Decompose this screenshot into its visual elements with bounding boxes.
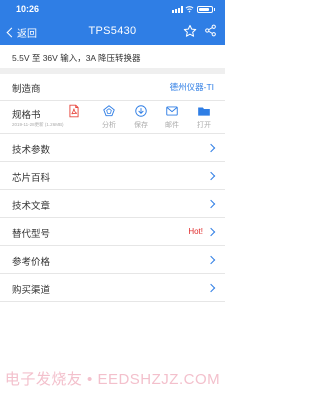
share-icon[interactable] [204, 24, 217, 37]
menu-item-tech-articles[interactable]: 技术文章 [0, 190, 225, 218]
folder-icon [198, 107, 210, 116]
chevron-right-icon [206, 283, 216, 293]
chevron-right-icon [206, 227, 216, 237]
pdf-icon [69, 104, 79, 118]
watermark: 电子发烧友 • EEDSHZJZ.COM [4, 371, 221, 388]
save-label: 保存 [134, 122, 148, 129]
menu-label: 购买渠道 [12, 285, 51, 296]
menu-label: 参考价格 [12, 257, 51, 268]
chevron-right-icon [206, 255, 216, 265]
email-label: 邮件 [165, 122, 179, 129]
analyze-button[interactable]: 分析 [95, 104, 123, 132]
email-button[interactable]: 邮件 [158, 104, 186, 132]
menu-item-tech-params[interactable]: 技术参数 [0, 134, 225, 162]
hot-badge: Hot! [188, 227, 203, 236]
analyze-icon [103, 105, 115, 117]
menu-item-purchase-channels[interactable]: 购买渠道 [0, 274, 225, 302]
menu-item-alternatives[interactable]: 替代型号 Hot! [0, 218, 225, 246]
pdf-button[interactable] [60, 104, 88, 132]
analyze-label: 分析 [102, 122, 116, 129]
menu-item-chip-wiki[interactable]: 芯片百科 [0, 162, 225, 190]
menu-label: 技术参数 [12, 145, 51, 156]
part-description: 5.5V 至 36V 输入，3A 降压转换器 [12, 53, 141, 63]
status-time: 10:26 [16, 4, 40, 14]
datasheet-row: 规格书 2019-11-28更新 (1.26MB) 分析 保存 邮件 打开 [0, 100, 225, 134]
save-button[interactable]: 保存 [127, 104, 155, 132]
manufacturer-row[interactable]: 制造商 德州仪器-TI [0, 73, 225, 101]
status-bar: 10:26 [0, 0, 225, 19]
chevron-right-icon [206, 199, 216, 209]
chevron-left-icon [6, 27, 17, 37]
menu-label: 替代型号 [12, 229, 51, 240]
datasheet-meta: 2019-11-28更新 (1.26MB) [12, 122, 64, 127]
datasheet-label: 规格书 [12, 110, 41, 121]
back-button[interactable]: 返回 [6, 24, 37, 40]
mail-icon [166, 106, 178, 116]
chevron-right-icon [206, 143, 216, 153]
menu-label: 技术文章 [12, 201, 51, 212]
manufacturer-link[interactable]: 德州仪器-TI [170, 81, 214, 93]
menu-item-reference-price[interactable]: 参考价格 [0, 246, 225, 274]
wifi-icon [185, 6, 194, 13]
chevron-right-icon [206, 171, 216, 181]
nav-bar: 返回 TPS5430 [0, 19, 225, 45]
back-label: 返回 [17, 28, 37, 40]
save-icon [135, 105, 147, 117]
battery-icon [197, 6, 215, 13]
open-button[interactable]: 打开 [190, 104, 218, 132]
manufacturer-label: 制造商 [12, 84, 41, 95]
menu-label: 芯片百科 [12, 173, 51, 184]
signal-icon [172, 6, 183, 13]
star-icon[interactable] [183, 24, 197, 38]
open-label: 打开 [197, 122, 211, 129]
page-title: TPS5430 [88, 25, 137, 37]
